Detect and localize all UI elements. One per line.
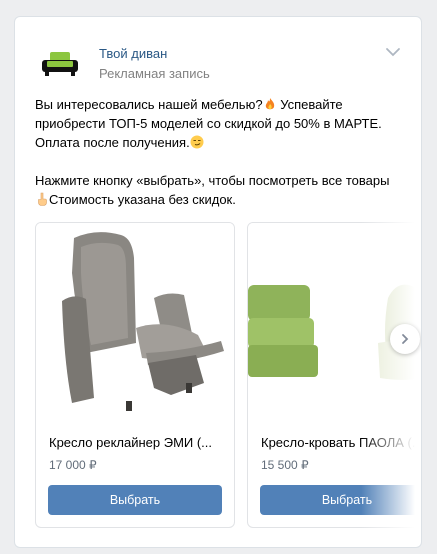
fire-emoji-icon — [265, 98, 274, 110]
recliner-chair-image — [36, 223, 234, 421]
choose-button[interactable]: Выбрать — [48, 485, 222, 515]
post-header: Твой диван Рекламная запись — [35, 39, 401, 89]
card-title[interactable]: Кресло реклайнер ЭМИ (... — [49, 435, 221, 450]
sofa-logo-icon — [42, 52, 78, 76]
brand-avatar[interactable] — [35, 39, 85, 89]
product-card[interactable]: Кресло реклайнер ЭМИ (... 17 000 ₽ Выбра… — [35, 222, 235, 528]
chevron-down-icon[interactable] — [385, 44, 401, 60]
ad-label: Рекламная запись — [99, 66, 210, 81]
post-text: Вы интересовались нашей мебелью? Успевай… — [35, 95, 405, 209]
post-text-line1: Вы интересовались нашей мебелью? — [35, 97, 263, 112]
carousel-fade — [361, 222, 421, 528]
chevron-right-icon — [402, 334, 409, 344]
product-carousel: Кресло реклайнер ЭМИ (... 17 000 ₽ Выбра… — [35, 222, 421, 528]
post-text-line2: Нажмите кнопку «выбрать», чтобы посмотре… — [35, 173, 390, 188]
card-price: 17 000 ₽ — [49, 458, 97, 472]
post-text-line2b: Стоимость указана без скидок. — [49, 192, 236, 207]
carousel-next-button[interactable] — [390, 324, 420, 354]
smirk-emoji-icon — [190, 135, 204, 149]
pointing-down-emoji-icon — [38, 192, 47, 206]
ad-post: Твой диван Рекламная запись Вы интересов… — [14, 16, 422, 548]
card-price: 15 500 ₽ — [261, 458, 309, 472]
brand-name[interactable]: Твой диван — [99, 46, 167, 61]
